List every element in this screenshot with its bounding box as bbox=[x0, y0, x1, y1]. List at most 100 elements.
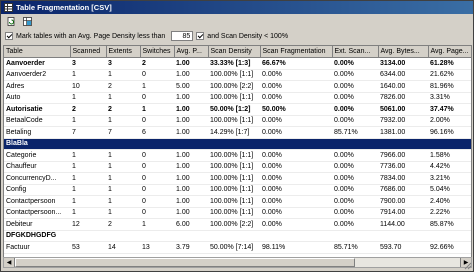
table-row[interactable]: Betaling 7 7 6 1.00 14.29% [1:7] 0.00% 85.71% 13… bbox=[4, 126, 471, 139]
table-cell: 1.00 bbox=[174, 126, 208, 139]
table-row[interactable]: Adres 10 2 1 5.00 100.00% [2:2] 0.00% 0.00% 1640… bbox=[4, 80, 471, 93]
column-header[interactable]: Avg. Page... bbox=[428, 46, 471, 58]
table-cell: 81.96% bbox=[428, 80, 471, 93]
table-row[interactable]: Config 1 1 0 1.00 100.00% [1:1] 0.00% 0.00% 7686… bbox=[4, 184, 471, 196]
mark-tables-label: Mark tables with an Avg. Page Density le… bbox=[16, 32, 166, 40]
table-cell: 53 bbox=[70, 241, 106, 254]
table-cell: 1.00 bbox=[174, 69, 208, 81]
fragmentation-grid[interactable]: Table Scanned Extents Switches Avg. P... Scan… bbox=[3, 45, 472, 258]
table-cell: 0.00% bbox=[260, 92, 332, 104]
scan-density-checkbox[interactable] bbox=[196, 32, 205, 40]
table-cell: 85.71% bbox=[332, 241, 378, 254]
export-button[interactable] bbox=[21, 15, 34, 28]
table-cell: Adres bbox=[4, 80, 70, 93]
table-cell: 0.00% bbox=[332, 161, 378, 173]
table-cell: 10 bbox=[70, 80, 106, 93]
column-header[interactable]: Avg. Bytes... bbox=[378, 46, 429, 58]
table-cell: 96.16% bbox=[428, 126, 471, 139]
table-row[interactable]: Factuur 53 14 13 3.79 50.00% [7:14] 98.11% 85.7… bbox=[4, 241, 471, 254]
table-cell: 14.29% [1:7] bbox=[208, 126, 260, 139]
table-cell bbox=[174, 138, 208, 150]
table-row[interactable]: BlaBla bbox=[4, 138, 471, 150]
table-cell: 0.00% bbox=[332, 184, 378, 196]
column-header[interactable]: Scan Density bbox=[208, 46, 261, 58]
table-cell: 5.04% bbox=[428, 184, 471, 196]
table-cell: 7736.00 bbox=[378, 161, 428, 173]
table-cell bbox=[332, 138, 378, 150]
table-row[interactable]: Chauffeur 1 1 0 1.00 100.00% [1:1] 0.00% 0.00% 7… bbox=[4, 161, 471, 173]
column-header[interactable]: Extents bbox=[106, 46, 141, 58]
table-cell: 7966.00 bbox=[378, 149, 428, 162]
table-row[interactable]: DFGKDHGDFG bbox=[4, 230, 471, 242]
mark-tables-checkbox[interactable] bbox=[5, 32, 13, 40]
table-cell: 2 bbox=[106, 218, 140, 231]
scroll-left-button[interactable]: ◀ bbox=[4, 258, 15, 267]
column-header[interactable]: Avg. P... bbox=[174, 46, 209, 58]
column-header[interactable]: Table bbox=[4, 46, 71, 58]
table-cell: 61.28% bbox=[428, 57, 471, 70]
table-cell: 1 bbox=[70, 207, 106, 219]
table-cell: BlaBla bbox=[4, 138, 70, 150]
table-row[interactable]: Contactpersoon 1 1 0 1.00 100.00% [1:1] 0.00% 0… bbox=[4, 195, 471, 208]
density-input[interactable]: 85 bbox=[171, 31, 194, 41]
table-cell: 1 bbox=[106, 92, 140, 104]
table-row[interactable]: Categorie 1 1 0 1.00 100.00% [1:1] 0.00% 0.00% 7… bbox=[4, 149, 471, 162]
table-cell: 2.00% bbox=[428, 115, 471, 127]
table-cell: 0.00% bbox=[332, 149, 378, 162]
table-cell bbox=[428, 138, 471, 150]
table-cell: 1 bbox=[70, 161, 106, 173]
table-cell: 3.31% bbox=[428, 92, 471, 104]
table-cell: 0.00% bbox=[332, 92, 378, 104]
table-row[interactable]: Contactpersoon... 1 1 0 1.00 100.00% [1:1] 0.0… bbox=[4, 207, 471, 219]
table-cell: 1.00 bbox=[174, 149, 208, 162]
table-cell: 1381.00 bbox=[378, 126, 428, 139]
table-cell: 1.00 bbox=[174, 161, 208, 173]
table-row[interactable]: Aanvoerder 3 3 2 1.00 33.33% [1:3] 66.67% 0.00%… bbox=[4, 57, 471, 70]
refresh-button[interactable] bbox=[5, 15, 18, 28]
column-header[interactable]: Switches bbox=[140, 46, 175, 58]
grid-app-icon bbox=[4, 3, 13, 12]
table-row[interactable]: ConcurrencyD... 1 1 0 1.00 100.00% [1:1] 0.00%… bbox=[4, 172, 471, 185]
table-cell: Categorie bbox=[4, 149, 70, 162]
table-cell bbox=[378, 230, 428, 242]
scroll-thumb[interactable] bbox=[15, 258, 355, 267]
column-header[interactable]: Scan Fragmentation bbox=[260, 46, 333, 58]
table-cell: 1 bbox=[70, 69, 106, 81]
table-row[interactable]: Autorisatie 2 2 1 1.00 50.00% [1:2] 50.00% 0.00… bbox=[4, 103, 471, 116]
column-header[interactable]: Scanned bbox=[70, 46, 107, 58]
table-row[interactable]: BetaalCode 1 1 0 1.00 100.00% [1:1] 0.00% 0.00%… bbox=[4, 115, 471, 127]
table-row[interactable]: Aanvoerder2 1 1 0 1.00 100.00% [1:1] 0.00% 0.00… bbox=[4, 69, 471, 81]
table-cell: 85.87% bbox=[428, 218, 471, 231]
table-cell: 1 bbox=[70, 92, 106, 104]
table-cell: 0.00% bbox=[332, 57, 378, 70]
table-cell: 7686.00 bbox=[378, 184, 428, 196]
table-cell: 100.00% [1:1] bbox=[208, 207, 260, 219]
table-cell: 2.22% bbox=[428, 207, 471, 219]
table-cell: 593.70 bbox=[378, 241, 428, 254]
table-cell bbox=[106, 138, 140, 150]
table-cell: 1 bbox=[106, 149, 140, 162]
column-header[interactable]: Ext. Scan... bbox=[332, 46, 379, 58]
table-cell: 1 bbox=[106, 172, 140, 185]
table-cell: 0.00% bbox=[332, 115, 378, 127]
table-cell: 3.21% bbox=[428, 172, 471, 185]
table-row[interactable]: Debiteur 12 2 1 6.00 100.00% [2:2] 0.00% 0.00% 1… bbox=[4, 218, 471, 231]
table-cell: 0 bbox=[140, 92, 174, 104]
table-cell: 2 bbox=[140, 57, 174, 70]
table-cell: 85.71% bbox=[332, 126, 378, 139]
table-cell: 2 bbox=[106, 80, 140, 93]
table-cell: 1.00 bbox=[174, 103, 208, 116]
horizontal-scrollbar[interactable]: ◀ ▶ bbox=[3, 257, 472, 268]
table-cell: 1.00 bbox=[174, 207, 208, 219]
table-cell: Autorisatie bbox=[4, 103, 70, 116]
table-cell: 100.00% [1:1] bbox=[208, 149, 260, 162]
table-row[interactable]: Auto 1 1 0 1.00 100.00% [1:1] 0.00% 0.00% 7826.0… bbox=[4, 92, 471, 104]
table-cell: 1.00 bbox=[174, 172, 208, 185]
table-cell: 0.00% bbox=[332, 80, 378, 93]
table-cell: 37.47% bbox=[428, 103, 471, 116]
table-cell: 0.00% bbox=[260, 115, 332, 127]
resize-grip-icon[interactable] bbox=[464, 262, 472, 270]
table-cell: 1 bbox=[140, 218, 174, 231]
table-cell bbox=[332, 230, 378, 242]
table-cell: 4.42% bbox=[428, 161, 471, 173]
